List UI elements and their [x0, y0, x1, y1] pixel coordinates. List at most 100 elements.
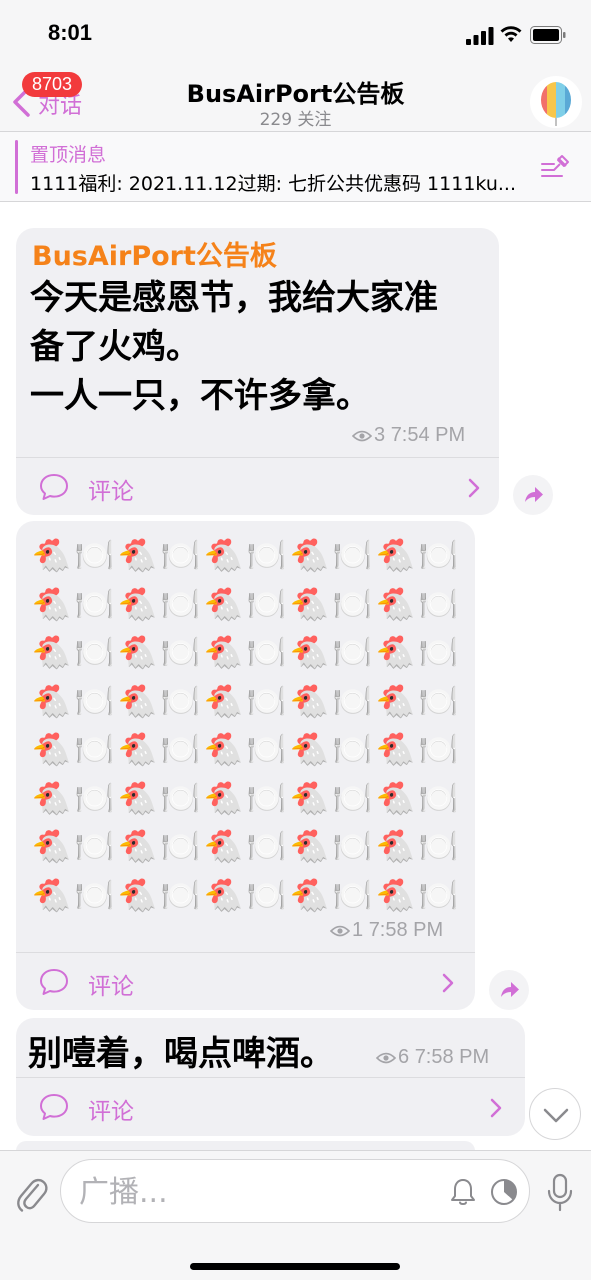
- timer-icon[interactable]: [489, 1177, 519, 1207]
- emoji-row: 🐔 🍽️ 🐔 🍽️ 🐔 🍽️ 🐔 🍽️ 🐔 🍽️: [30, 871, 470, 920]
- chicken-emoji: 🐔: [203, 584, 244, 623]
- channel-title[interactable]: BusAirPort公告板: [0, 74, 591, 109]
- message-line: 今天是感恩节，我给大家准: [30, 278, 438, 318]
- paperclip-icon[interactable]: [14, 1173, 48, 1213]
- view-count: 1: [352, 919, 364, 941]
- message-input-field[interactable]: [60, 1159, 530, 1223]
- emoji-row: 🐔 🍽️ 🐔 🍽️ 🐔 🍽️ 🐔 🍽️ 🐔 🍽️: [30, 774, 470, 823]
- share-button[interactable]: [513, 475, 553, 515]
- chicken-emoji: 🐔: [375, 536, 416, 575]
- eye-icon: [376, 1052, 396, 1064]
- plate-emoji: 🍽️: [246, 875, 287, 914]
- message-bubble[interactable]: BusAirPort公告板 今天是感恩节，我给大家准 备了火鸡。 一人一只，不许…: [16, 228, 499, 515]
- message-meta: 1 7:58 PM: [330, 919, 443, 942]
- plate-emoji: 🍽️: [160, 681, 201, 720]
- comments-button[interactable]: 评论: [16, 457, 499, 515]
- pinned-message-banner[interactable]: 置顶消息 1111福利: 2021.11.12过期: 七折公共优惠码 1111k…: [0, 132, 591, 202]
- plate-emoji: 🍽️: [160, 536, 201, 575]
- chicken-emoji: 🐔: [375, 730, 416, 769]
- subscriber-count: 229 关注: [259, 110, 332, 130]
- chevron-right-icon: [442, 973, 454, 993]
- chicken-emoji: 🐔: [117, 633, 158, 672]
- plate-emoji: 🍽️: [418, 584, 459, 623]
- message-bubble-partial: [16, 1141, 475, 1150]
- message-time: 7:58 PM: [368, 919, 444, 941]
- plate-emoji: 🍽️: [74, 584, 115, 623]
- chicken-emoji: 🐔: [375, 633, 416, 672]
- plate-emoji: 🍽️: [74, 827, 115, 866]
- plate-emoji: 🍽️: [246, 827, 287, 866]
- plate-emoji: 🍽️: [418, 681, 459, 720]
- plate-emoji: 🍽️: [74, 730, 115, 769]
- chat-header: 对话 8703 BusAirPort公告板 229 关注: [0, 70, 591, 132]
- chicken-emoji: 🐔: [117, 536, 158, 575]
- plate-emoji: 🍽️: [418, 778, 459, 817]
- chicken-emoji: 🐔: [289, 681, 330, 720]
- chevron-down-icon: [543, 1108, 569, 1123]
- chicken-emoji: 🐔: [117, 681, 158, 720]
- chicken-emoji: 🐔: [203, 681, 244, 720]
- plate-emoji: 🍽️: [246, 681, 287, 720]
- channel-avatar[interactable]: [530, 76, 582, 128]
- comments-button[interactable]: 评论: [16, 1077, 525, 1135]
- cellular-signal-icon: [466, 27, 494, 45]
- plate-emoji: 🍽️: [418, 730, 459, 769]
- message-list[interactable]: BusAirPort公告板 今天是感恩节，我给大家准 备了火鸡。 一人一只，不许…: [0, 203, 591, 1150]
- comments-button[interactable]: 评论: [16, 952, 475, 1010]
- chevron-right-icon: [490, 1098, 502, 1118]
- plate-emoji: 🍽️: [332, 536, 373, 575]
- plate-emoji: 🍽️: [332, 778, 373, 817]
- chicken-emoji: 🐔: [203, 875, 244, 914]
- speech-bubble-icon: [40, 474, 68, 500]
- chicken-emoji: 🐔: [31, 730, 72, 769]
- message-bubble[interactable]: 🐔 🍽️ 🐔 🍽️ 🐔 🍽️ 🐔 🍽️ 🐔 🍽️ 🐔 🍽️ 🐔 🍽️ 🐔 🍽️ 🐔 🍽️ 🐔 🍽️ 🐔 🍽️ 🐔 🍽️ 🐔 🍽️ 🐔…: [16, 521, 475, 1010]
- message-time: 7:58 PM: [414, 1046, 490, 1068]
- plate-emoji: 🍽️: [74, 681, 115, 720]
- chicken-emoji: 🐔: [31, 633, 72, 672]
- pinned-title: 置顶消息: [30, 144, 107, 166]
- message-text: 今天是感恩节，我给大家准 备了火鸡。 一人一只，不许多拿。: [30, 274, 490, 421]
- composer-bar: [0, 1150, 591, 1280]
- speech-bubble-icon: [40, 1094, 68, 1120]
- comments-label: 评论: [88, 974, 134, 1000]
- plate-emoji: 🍽️: [332, 875, 373, 914]
- chicken-emoji: 🐔: [203, 778, 244, 817]
- share-arrow-icon: [501, 982, 519, 997]
- share-button[interactable]: [489, 970, 529, 1010]
- share-arrow-icon: [525, 487, 543, 502]
- chevron-right-icon: [468, 478, 480, 498]
- emoji-row: 🐔 🍽️ 🐔 🍽️ 🐔 🍽️ 🐔 🍽️ 🐔 🍽️: [30, 822, 470, 871]
- plate-emoji: 🍽️: [246, 633, 287, 672]
- chicken-emoji: 🐔: [289, 730, 330, 769]
- plate-emoji: 🍽️: [74, 875, 115, 914]
- comments-label: 评论: [88, 479, 134, 505]
- message-line: 一人一只，不许多拿。: [30, 376, 370, 416]
- message-time: 7:54 PM: [390, 424, 466, 446]
- sender-name[interactable]: BusAirPort公告板: [32, 234, 277, 273]
- chicken-emoji: 🐔: [375, 778, 416, 817]
- plate-emoji: 🍽️: [418, 536, 459, 575]
- chicken-emoji: 🐔: [375, 681, 416, 720]
- plate-emoji: 🍽️: [246, 730, 287, 769]
- message-bubble[interactable]: 别噎着，喝点啤酒。 6 7:58 PM 评论: [16, 1018, 525, 1136]
- battery-icon: [530, 26, 566, 44]
- plate-emoji: 🍽️: [74, 633, 115, 672]
- chicken-emoji: 🐔: [31, 536, 72, 575]
- pin-list-icon[interactable]: [540, 154, 570, 182]
- microphone-icon[interactable]: [545, 1173, 575, 1213]
- message-meta: 6 7:58 PM: [376, 1046, 489, 1069]
- bell-icon[interactable]: [449, 1177, 477, 1207]
- comments-label: 评论: [88, 1099, 134, 1125]
- broadcast-input[interactable]: [79, 1172, 439, 1212]
- unread-count-badge: 8703: [22, 72, 83, 97]
- chicken-emoji: 🐔: [117, 584, 158, 623]
- emoji-row: 🐔 🍽️ 🐔 🍽️ 🐔 🍽️ 🐔 🍽️ 🐔 🍽️: [30, 531, 470, 580]
- plate-emoji: 🍽️: [74, 536, 115, 575]
- chicken-emoji: 🐔: [31, 827, 72, 866]
- scroll-to-bottom-button[interactable]: [529, 1088, 581, 1140]
- chicken-emoji: 🐔: [289, 875, 330, 914]
- chicken-emoji: 🐔: [375, 584, 416, 623]
- chicken-emoji: 🐔: [117, 778, 158, 817]
- wifi-icon: [500, 26, 522, 42]
- chicken-emoji: 🐔: [289, 536, 330, 575]
